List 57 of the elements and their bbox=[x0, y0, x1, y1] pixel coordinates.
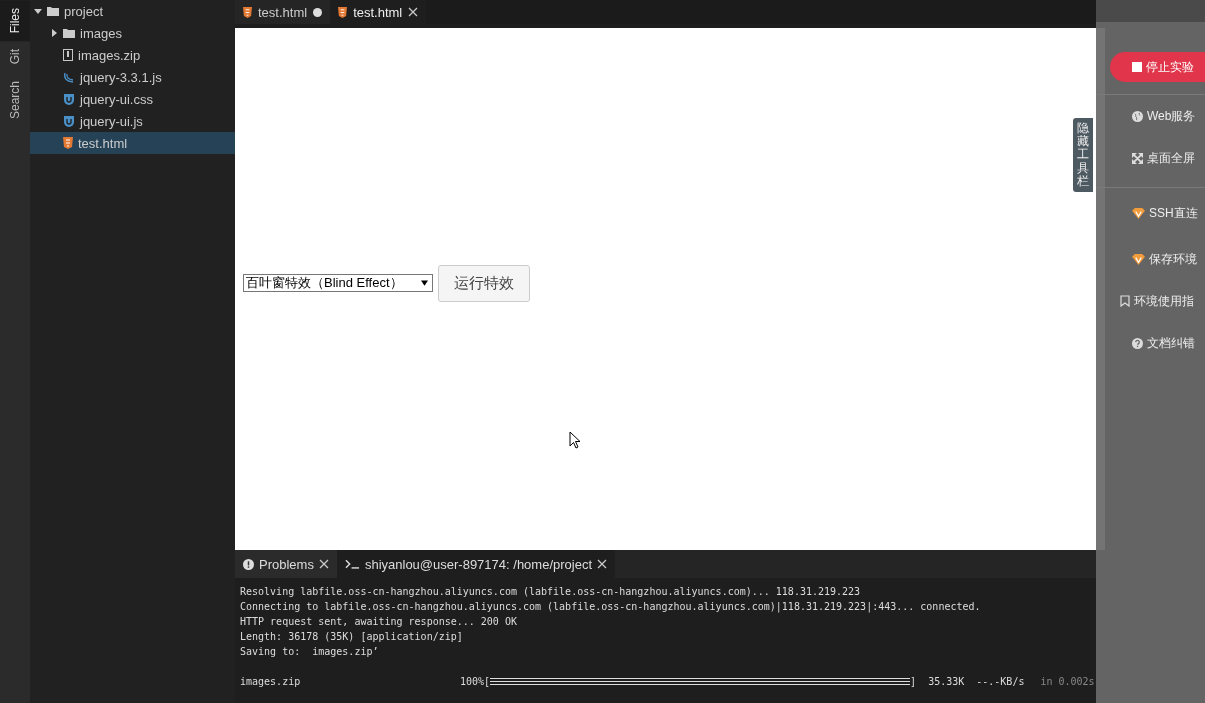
tree-item[interactable]: images.zip bbox=[30, 44, 235, 66]
diamond-icon bbox=[1132, 253, 1145, 265]
globe-icon bbox=[1132, 110, 1143, 122]
close-icon[interactable] bbox=[318, 559, 329, 569]
terminal-text: 100%[ bbox=[460, 675, 491, 689]
panel-tab[interactable]: shiyanlou@user-897174: /home/project bbox=[336, 550, 616, 578]
html-file-icon bbox=[243, 6, 252, 18]
close-icon[interactable] bbox=[408, 7, 419, 17]
cup-icon bbox=[63, 93, 75, 105]
toolbar-item[interactable]: 文档纠错 bbox=[1096, 322, 1205, 364]
terminal-text: in 0.002s bbox=[1040, 675, 1095, 689]
terminal-text: --.-KB/s bbox=[976, 675, 1025, 689]
toolbar-item[interactable]: SSH直连 bbox=[1096, 187, 1205, 238]
html-file-icon bbox=[63, 137, 73, 149]
stop-experiment-button[interactable]: 停止实验 bbox=[1110, 52, 1205, 82]
swirl-icon bbox=[63, 71, 75, 83]
terminal-line: Length: 36178 (35K) [application/zip] bbox=[240, 630, 464, 644]
panel-tab[interactable]: Problems bbox=[235, 550, 337, 578]
toolbar-item[interactable]: 桌面全屏 bbox=[1096, 137, 1205, 179]
info-icon bbox=[243, 558, 254, 570]
hide-toolbar-tab[interactable]: 隐藏工具栏 bbox=[1073, 118, 1093, 192]
mouse-pointer-icon bbox=[569, 431, 581, 449]
folder-icon bbox=[63, 28, 75, 38]
editor-tab[interactable]: test.html bbox=[235, 0, 331, 24]
toolbar-item[interactable]: 环境使用指 bbox=[1096, 280, 1205, 322]
folder-icon bbox=[47, 6, 59, 16]
terminal-line: Connecting to labfile.oss-cn-hangzhou.aliyuncs.com (labfile.oss-cn-hangzhou.aliyuncs.com)|118.31.219.223|:443... connected. bbox=[240, 600, 982, 614]
sidebar-tab[interactable]: Files bbox=[0, 0, 30, 42]
terminal-text: ] bbox=[910, 675, 917, 689]
tree-item[interactable]: images bbox=[30, 22, 235, 44]
dropdown-arrow-icon bbox=[420, 280, 428, 286]
terminal-line: Resolving labfile.oss-cn-hangzhou.aliyuncs.com (labfile.oss-cn-hangzhou.aliyuncs.com)... 118.31.219.223 bbox=[240, 585, 862, 599]
terminal-text: images.zip bbox=[240, 675, 302, 689]
run-effect-button[interactable]: 运行特效 bbox=[437, 264, 530, 302]
html-file-icon bbox=[338, 6, 348, 18]
toolbar-item[interactable]: Web服务 bbox=[1096, 95, 1205, 137]
tree-item[interactable]: jquery-ui.js bbox=[30, 110, 235, 132]
terminal-icon bbox=[344, 559, 360, 569]
toolbar-item[interactable]: 保存环境 bbox=[1096, 238, 1205, 280]
square-icon bbox=[1132, 62, 1142, 72]
tree-item[interactable]: jquery-3.3.1.js bbox=[30, 66, 235, 88]
sidebar-tab[interactable]: Search bbox=[0, 72, 30, 127]
effect-dropdown[interactable]: 百叶窗特效（Blind Effect） bbox=[243, 274, 433, 292]
expand-icon bbox=[1132, 152, 1143, 164]
tree-item[interactable]: test.html bbox=[30, 132, 235, 154]
terminal-text: 35.33K bbox=[928, 675, 965, 689]
tree-item[interactable]: jquery-ui.css bbox=[30, 88, 235, 110]
terminal-line: Saving to: images.zip’ bbox=[240, 645, 380, 659]
bookmark-icon bbox=[1120, 295, 1130, 307]
zip-file-icon bbox=[63, 49, 73, 61]
close-icon[interactable] bbox=[597, 559, 608, 569]
tree-item[interactable]: project bbox=[30, 0, 235, 22]
sidebar-tab[interactable]: Git bbox=[0, 41, 30, 73]
help-icon bbox=[1132, 337, 1143, 349]
diamond-icon bbox=[1132, 207, 1145, 219]
terminal-line: HTTP request sent, awaiting response... 200 OK bbox=[240, 615, 518, 629]
cup-icon bbox=[63, 115, 75, 127]
